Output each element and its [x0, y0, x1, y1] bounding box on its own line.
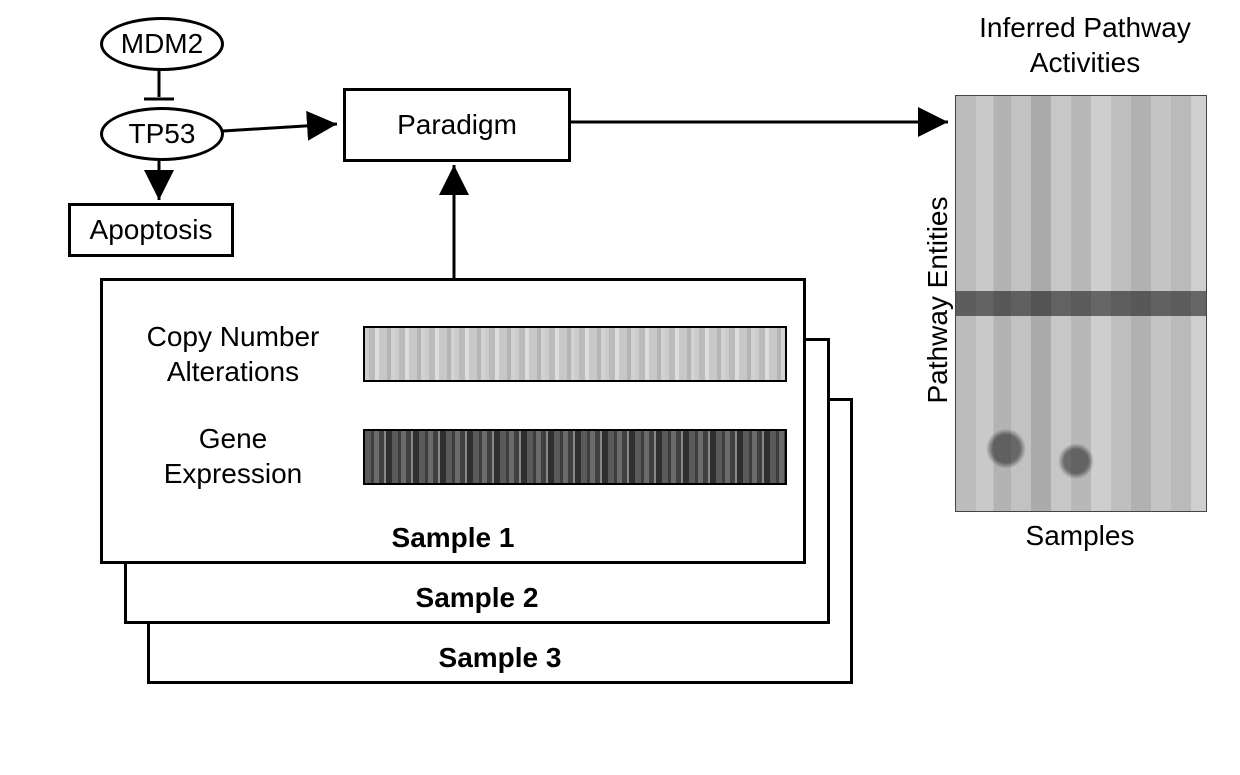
heatmap-title: Inferred Pathway Activities — [950, 10, 1220, 80]
heatmap-yaxis: Pathway Entities — [920, 180, 950, 420]
gene-expr-label: Gene Expression — [123, 421, 343, 491]
sample-card-1: Copy Number Alterations Gene Expression … — [100, 278, 806, 564]
heatmap — [955, 95, 1207, 512]
sample1-label: Sample 1 — [103, 520, 803, 555]
edge-tp53-paradigm — [223, 124, 337, 131]
heatmap-xaxis: Samples — [955, 518, 1205, 553]
sample3-label: Sample 3 — [150, 640, 850, 675]
cna-strip — [363, 326, 787, 382]
gene-expr-strip — [363, 429, 787, 485]
cna-label: Copy Number Alterations — [123, 319, 343, 389]
sample2-label: Sample 2 — [127, 580, 827, 615]
